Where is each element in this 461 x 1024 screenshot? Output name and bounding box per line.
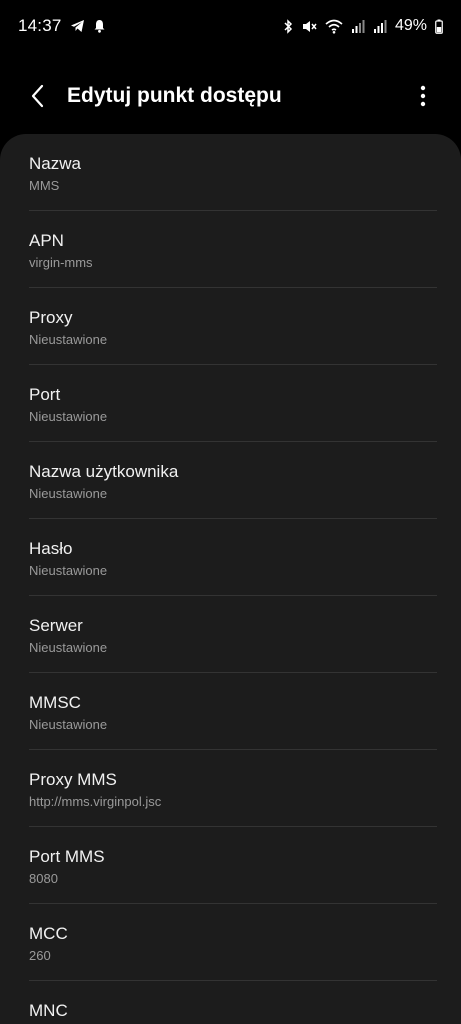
setting-value: virgin-mms: [29, 255, 93, 270]
setting-row[interactable]: Nazwa użytkownika Nieustawione: [0, 442, 461, 519]
bell-icon: [93, 19, 106, 33]
chevron-left-icon: [31, 84, 44, 108]
setting-row[interactable]: MCC 260: [0, 904, 461, 981]
setting-row[interactable]: Proxy Nieustawione: [0, 288, 461, 365]
telegram-icon: [70, 19, 85, 33]
signal-icon: [373, 19, 387, 33]
setting-value: 8080: [29, 871, 58, 886]
setting-label: APN: [29, 231, 64, 250]
setting-label: MNC: [29, 1001, 68, 1020]
header: Edytuj punkt dostępu: [0, 72, 461, 120]
bluetooth-icon: [283, 18, 293, 34]
setting-row[interactable]: MNC: [0, 981, 461, 1024]
setting-label: Proxy MMS: [29, 770, 117, 789]
more-vertical-icon: [420, 85, 426, 107]
signal-icon: [351, 19, 365, 33]
setting-label: Nazwa użytkownika: [29, 462, 179, 481]
setting-value: Nieustawione: [29, 332, 108, 347]
back-button[interactable]: [24, 82, 52, 110]
setting-row[interactable]: Nazwa MMS: [0, 134, 461, 211]
status-time: 14:37: [18, 16, 62, 35]
setting-row[interactable]: APN virgin-mms: [0, 211, 461, 288]
battery-icon: [435, 19, 443, 34]
setting-value: Nieustawione: [29, 640, 108, 655]
more-options-button[interactable]: [411, 82, 435, 110]
setting-value: MMS: [29, 178, 60, 193]
setting-value: Nieustawione: [29, 717, 108, 732]
wifi-icon: [325, 19, 343, 34]
status-bar-right: 49%: [283, 17, 443, 35]
setting-label: Proxy: [29, 308, 73, 327]
apn-settings-list: Nazwa MMS APN virgin-mms Proxy Nieustawione Po…: [0, 134, 461, 1024]
setting-label: MMSC: [29, 693, 81, 712]
status-bar-left: 14:37: [18, 16, 106, 36]
setting-label: MCC: [29, 924, 68, 943]
setting-row[interactable]: Serwer Nieustawione: [0, 596, 461, 673]
mute-icon: [301, 19, 317, 34]
setting-label: Port MMS: [29, 847, 105, 866]
setting-row[interactable]: Port MMS 8080: [0, 827, 461, 904]
setting-row[interactable]: Hasło Nieustawione: [0, 519, 461, 596]
page-title: Edytuj punkt dostępu: [67, 84, 282, 107]
setting-label: Nazwa: [29, 154, 81, 173]
setting-row[interactable]: Port Nieustawione: [0, 365, 461, 442]
battery-percent: 49%: [394, 17, 427, 34]
screen: 14:37 49% Edytuj punkt dostępu Nazwa MMS…: [0, 0, 461, 1024]
setting-value: 260: [29, 948, 51, 963]
setting-value: http://mms.virginpol.jsc: [29, 794, 162, 809]
setting-value: Nieustawione: [29, 486, 108, 501]
status-bar: 14:37 49%: [0, 0, 461, 52]
setting-label: Serwer: [29, 616, 83, 635]
setting-row[interactable]: MMSC Nieustawione: [0, 673, 461, 750]
setting-value: Nieustawione: [29, 409, 108, 424]
setting-label: Port: [29, 385, 61, 404]
setting-value: Nieustawione: [29, 563, 108, 578]
setting-row[interactable]: Proxy MMS http://mms.virginpol.jsc: [0, 750, 461, 827]
setting-label: Hasło: [29, 539, 73, 558]
